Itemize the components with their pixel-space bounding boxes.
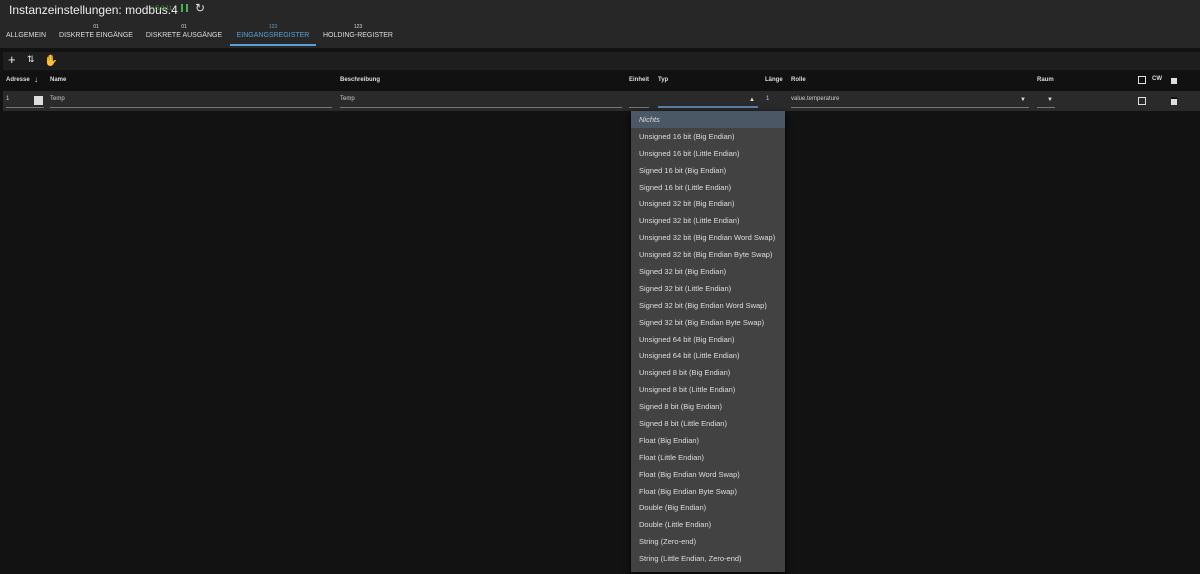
table-row: 1 Temp Temp ▲ 1 value.temperature ▼ ▼ — [3, 91, 1200, 111]
column-role: Rolle — [791, 77, 806, 83]
tab-number: 123 — [353, 24, 363, 30]
toolbar: + ⇅ ✋ — [3, 52, 1200, 70]
import-icon[interactable]: ✋ — [44, 54, 58, 67]
type-option[interactable]: Double (Big Endian) — [631, 499, 785, 516]
delete-all-icon[interactable] — [1171, 76, 1177, 84]
type-dropdown-menu: Nichts Unsigned 16 bit (Big Endian) Unsign… — [631, 111, 785, 572]
tab-holding-register[interactable]: 123 HOLDING-REGISTER — [322, 24, 394, 46]
type-option[interactable]: Signed 8 bit (Big Endian) — [631, 398, 785, 415]
type-option[interactable]: Unsigned 32 bit (Big Endian) — [631, 195, 785, 212]
tab-number — [5, 24, 47, 32]
unit-input[interactable] — [629, 96, 649, 108]
type-option[interactable]: Signed 32 bit (Big Endian) — [631, 263, 785, 280]
column-description: Beschreibung — [340, 77, 381, 83]
tab-number: 123 — [268, 24, 278, 30]
column-cw: CW — [1152, 76, 1162, 82]
chevron-down-icon[interactable]: ▼ — [1020, 97, 1026, 103]
type-option[interactable]: Signed 32 bit (Big Endian Byte Swap) — [631, 314, 785, 331]
tab-label: DISKRETE AUSGÄNGE — [145, 32, 223, 39]
column-room: Raum — [1037, 77, 1054, 83]
tab-label: DISKRETE EINGÄNGE — [59, 32, 133, 39]
column-unit: Einheit — [629, 77, 650, 83]
chevron-down-icon[interactable]: ▼ — [1047, 97, 1053, 103]
type-option[interactable]: Signed 32 bit (Little Endian) — [631, 280, 785, 297]
type-option[interactable]: Unsigned 64 bit (Big Endian) — [631, 331, 785, 348]
tab-diskrete-eingaenge[interactable]: 01 DISKRETE EINGÄNGE — [57, 24, 135, 46]
chevron-up-icon[interactable]: ▲ — [749, 97, 755, 103]
type-option[interactable]: Float (Big Endian Byte Swap) — [631, 483, 785, 500]
role-select[interactable]: value.temperature — [791, 96, 1029, 108]
column-length: Länge — [765, 77, 783, 83]
type-select[interactable] — [658, 96, 758, 108]
column-name: Name — [50, 77, 67, 83]
type-option[interactable]: Signed 16 bit (Little Endian) — [631, 179, 785, 196]
type-option[interactable]: Float (Big Endian Word Swap) — [631, 466, 785, 483]
name-input[interactable]: Temp — [50, 96, 332, 108]
sort-icon[interactable]: ⇅ — [27, 54, 35, 65]
description-input[interactable]: Temp — [340, 96, 622, 108]
sort-arrow-icon[interactable]: ↓ — [34, 75, 38, 84]
select-all-checkbox[interactable] — [1138, 76, 1146, 84]
type-option[interactable]: Unsigned 32 bit (Big Endian Word Swap) — [631, 229, 785, 246]
type-option[interactable]: String (Little Endian, Zero-end) — [631, 550, 785, 567]
tab-diskrete-ausgaenge[interactable]: 01 DISKRETE AUSGÄNGE — [145, 24, 223, 46]
type-option[interactable]: Unsigned 32 bit (Big Endian Byte Swap) — [631, 246, 785, 263]
pause-icon[interactable] — [181, 4, 188, 12]
length-value: 1 — [766, 96, 770, 102]
type-option[interactable]: Unsigned 32 bit (Little Endian) — [631, 212, 785, 229]
type-option[interactable]: Nichts — [631, 111, 785, 128]
tab-eingangsregister[interactable]: 123 EINGANGSREGISTER — [230, 24, 316, 46]
type-option[interactable]: Signed 8 bit (Little Endian) — [631, 415, 785, 432]
type-option[interactable]: Unsigned 64 bit (Little Endian) — [631, 347, 785, 364]
type-option[interactable]: Unsigned 16 bit (Little Endian) — [631, 145, 785, 162]
type-option[interactable]: Unsigned 16 bit (Big Endian) — [631, 128, 785, 145]
type-option[interactable]: String (Zero-end) — [631, 533, 785, 550]
tab-number: 01 — [181, 24, 187, 30]
delete-row-icon[interactable] — [1171, 97, 1177, 105]
cw-checkbox[interactable] — [1138, 97, 1146, 105]
add-icon[interactable]: + — [8, 52, 16, 67]
type-option[interactable]: Unsigned 8 bit (Big Endian) — [631, 364, 785, 381]
type-option[interactable]: Unsigned 8 bit (Little Endian) — [631, 381, 785, 398]
type-option[interactable]: Signed 32 bit (Big Endian Word Swap) — [631, 297, 785, 314]
column-type: Typ — [658, 77, 669, 83]
tab-number: 01 — [93, 24, 99, 30]
column-address[interactable]: Adresse — [6, 77, 30, 83]
reload-icon[interactable]: ↻ — [195, 1, 205, 15]
type-option[interactable]: Double (Little Endian) — [631, 516, 785, 533]
version-label: v5.0.11 — [153, 6, 173, 12]
tab-label: ALLGEMEIN — [5, 32, 47, 39]
stepper-icon[interactable] — [34, 96, 43, 105]
type-option[interactable]: Float (Little Endian) — [631, 449, 785, 466]
type-option[interactable]: Signed 16 bit (Big Endian) — [631, 162, 785, 179]
header: Instanzeinstellungen: modbus.4 v5.0.11 ↻… — [0, 0, 1200, 48]
tab-label: EINGANGSREGISTER — [236, 32, 310, 39]
tab-label: HOLDING-REGISTER — [322, 32, 393, 39]
type-option[interactable]: Float (Big Endian) — [631, 432, 785, 449]
tab-allgemein[interactable]: ALLGEMEIN — [5, 24, 47, 46]
table-header: Adresse ↓ Name Beschreibung Einheit Typ … — [3, 72, 1200, 90]
